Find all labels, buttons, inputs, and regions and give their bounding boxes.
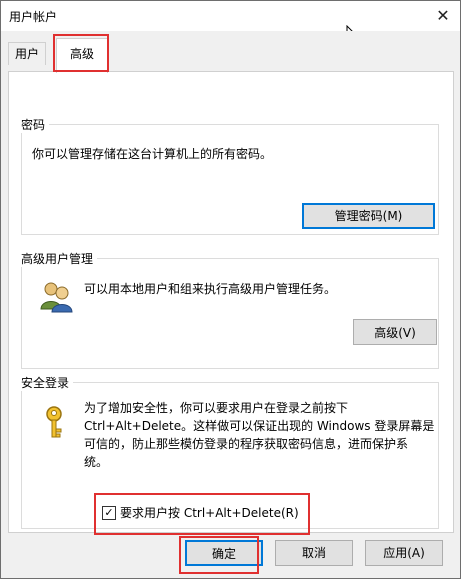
require-ctrl-alt-delete-row[interactable]: ✓ 要求用户按 Ctrl+Alt+Delete(R) bbox=[94, 493, 310, 535]
secure-logon-description-line-1: 为了增加安全性，你可以要求用户在登录之前按下 bbox=[84, 401, 349, 415]
user-accounts-window: 用户帐户 ✕ 用户 高级 密码 你可以管理存储在这台计算机上的所有密码。 管理密… bbox=[0, 0, 461, 579]
title-bar: 用户帐户 ✕ bbox=[1, 1, 460, 46]
secure-logon-description-line-2: Ctrl+Alt+Delete。这样做可以保证出现的 Windows 登录屏幕是 bbox=[84, 419, 435, 433]
tab-users[interactable]: 用户 bbox=[8, 42, 46, 65]
advanced-user-management-group: 高级用户管理 可以用本地用户和组来执行高级用户管理任务。 高级(V) bbox=[21, 250, 439, 369]
secure-logon-group: 安全登录 为了增加安全性，你可以要求用户在登录之前按下 Ctrl+Alt+Del… bbox=[21, 374, 439, 535]
tab-highlight-annotation bbox=[53, 34, 109, 72]
secure-logon-description-line-3: 可信的，防止那些模仿登录的程序获取密码信息，进而保护系 bbox=[84, 437, 409, 451]
advanced-button[interactable]: 高级(V) bbox=[353, 319, 437, 345]
password-group-label: 密码 bbox=[21, 116, 50, 133]
cancel-button[interactable]: 取消 bbox=[275, 540, 353, 566]
apply-button[interactable]: 应用(A) bbox=[365, 540, 443, 566]
advanced-user-management-label: 高级用户管理 bbox=[21, 250, 98, 267]
secure-logon-description-line-4: 统。 bbox=[84, 455, 109, 469]
users-icon bbox=[40, 282, 73, 313]
ok-highlight-annotation bbox=[179, 536, 259, 574]
close-button[interactable]: ✕ bbox=[432, 5, 454, 27]
advanced-user-management-description: 可以用本地用户和组来执行高级用户管理任务。 bbox=[84, 282, 337, 296]
key-icon bbox=[46, 406, 62, 438]
secure-logon-label: 安全登录 bbox=[21, 374, 74, 391]
advanced-tab-panel: 密码 你可以管理存储在这台计算机上的所有密码。 管理密码(M) 高级用户管理 可… bbox=[8, 71, 454, 535]
dialog-client-area: 用户 高级 密码 你可以管理存储在这台计算机上的所有密码。 管理密码(M) 高级… bbox=[1, 31, 460, 578]
checkbox-highlight-annotation bbox=[94, 493, 310, 535]
password-description: 你可以管理存储在这台计算机上的所有密码。 bbox=[32, 147, 273, 161]
manage-passwords-button[interactable]: 管理密码(M) bbox=[302, 203, 435, 229]
password-group: 密码 你可以管理存储在这台计算机上的所有密码。 管理密码(M) bbox=[21, 116, 439, 235]
window-title: 用户帐户 bbox=[9, 10, 58, 24]
